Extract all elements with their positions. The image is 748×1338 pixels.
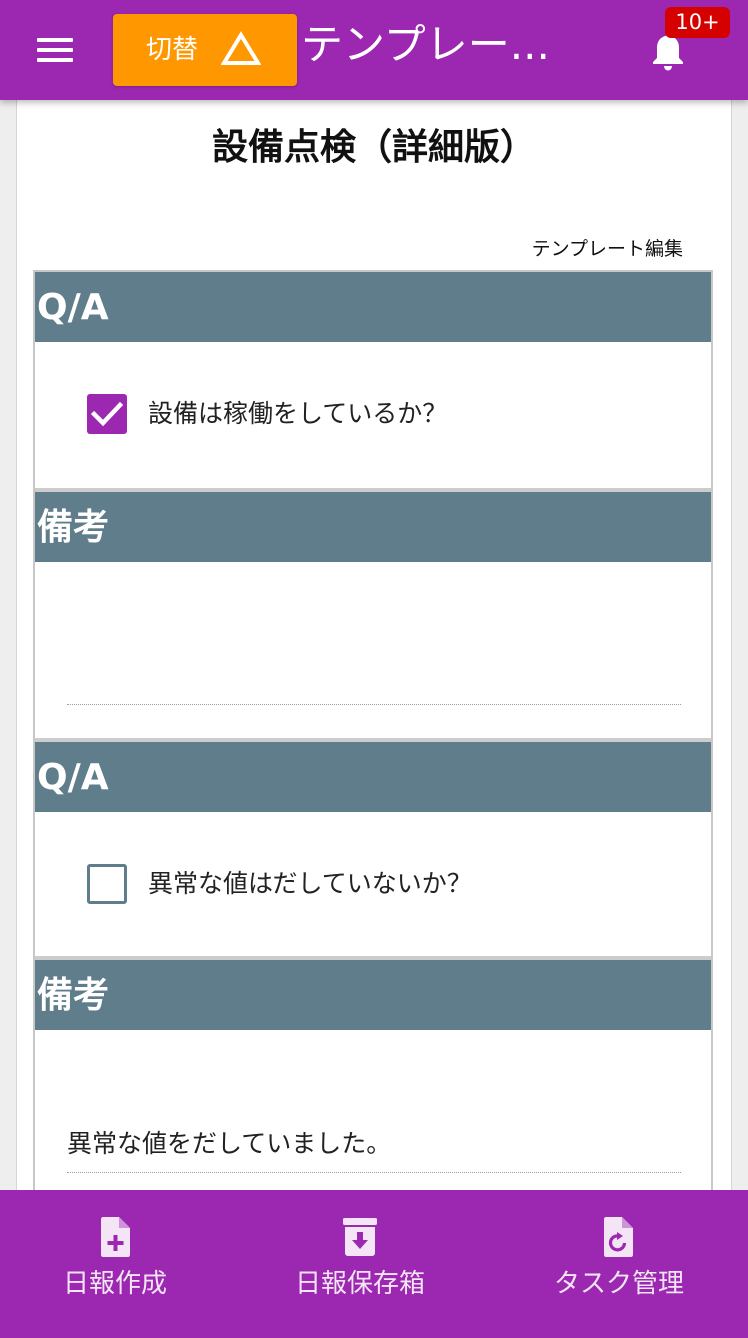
switch-button-label: 切替 (146, 35, 199, 65)
file-refresh-icon (604, 1217, 633, 1257)
menu-icon-line (37, 58, 73, 62)
menu-icon-line (37, 38, 73, 42)
report-card: 設備点検（詳細版） テンプレート編集 Q/A 設備は稼働をしているか？ 備考 Q… (16, 100, 732, 1240)
notification-count-badge: 10+ (665, 7, 730, 38)
remark-input[interactable]: 異常な値をだしていました。 (67, 1080, 681, 1173)
section-header: Q/A (35, 742, 711, 812)
qa-section: Q/A 設備は稼働をしているか？ (35, 272, 711, 488)
qa-question[interactable]: 異常な値はだしていないか？ (148, 868, 472, 900)
page-title: テンプレー... (301, 20, 550, 69)
qa-question[interactable]: 設備は稼働をしているか？ (148, 398, 447, 430)
menu-icon[interactable] (37, 38, 75, 64)
qa-section: Q/A 異常な値はだしていないか？ (35, 742, 711, 956)
nav-item-create-report[interactable]: 日報作成 (0, 1190, 230, 1338)
remark-section: 備考 (35, 492, 711, 738)
report-title: 設備点検（詳細版） (211, 127, 536, 168)
qa-checkbox[interactable] (87, 394, 127, 434)
nav-item-label: 日報保存箱 (294, 1269, 425, 1299)
top-app-bar: 切替 テンプレー... (0, 0, 748, 100)
nav-item-label: タスク管理 (553, 1269, 684, 1299)
file-add-icon (101, 1217, 130, 1257)
template-edit-link[interactable]: テンプレート編集 (532, 236, 683, 262)
section-header: Q/A (35, 272, 711, 342)
switch-button[interactable]: 切替 (113, 14, 297, 86)
check-icon (91, 401, 123, 427)
qa-checkbox[interactable] (87, 864, 127, 904)
remark-input[interactable] (67, 612, 681, 705)
bottom-navigation: 日報作成 日報保存箱 タスク管理 (0, 1190, 748, 1338)
warning-triangle-icon (221, 31, 261, 65)
archive-box-icon (343, 1218, 377, 1256)
remark-value: 異常な値をだしていました。 (67, 1129, 392, 1158)
sections-container: Q/A 設備は稼働をしているか？ 備考 Q/A 異常な値はだしていないか？ 備考… (33, 270, 713, 1240)
section-header: 備考 (35, 960, 711, 1030)
nav-item-label: 日報作成 (62, 1269, 167, 1299)
nav-item-report-archive[interactable]: 日報保存箱 (250, 1190, 470, 1338)
section-header: 備考 (35, 492, 711, 562)
nav-item-task-management[interactable]: タスク管理 (500, 1190, 738, 1338)
menu-icon-line (37, 48, 73, 52)
